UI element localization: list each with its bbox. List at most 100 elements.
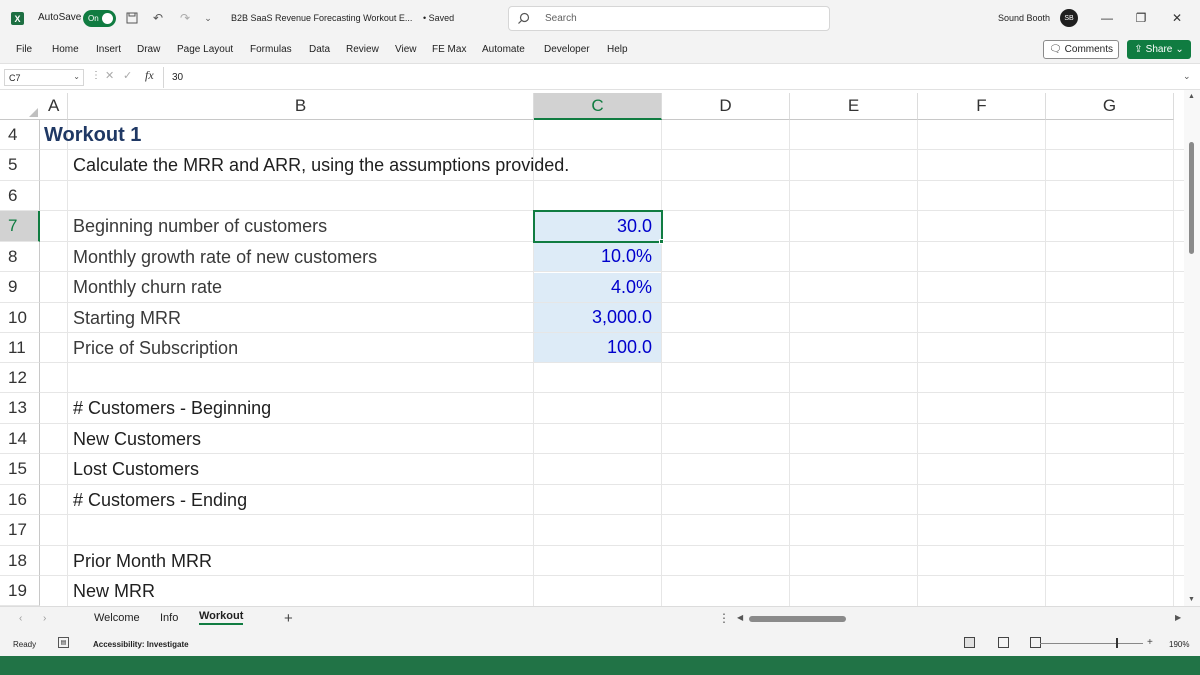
column-header-g[interactable]: G xyxy=(1046,93,1174,120)
cell-b13[interactable]: # Customers - Beginning xyxy=(73,393,271,424)
cell-a4-title[interactable]: Workout 1 xyxy=(44,120,141,150)
cell-b16[interactable]: # Customers - Ending xyxy=(73,485,247,515)
cell-b18[interactable]: Prior Month MRR xyxy=(73,546,212,576)
cell-c11[interactable]: 100.0 xyxy=(534,333,661,362)
menu-view[interactable]: View xyxy=(395,44,417,55)
zoom-slider-thumb[interactable] xyxy=(1116,638,1118,648)
prev-sheet-icon[interactable]: ‹ xyxy=(19,613,22,624)
column-header-e[interactable]: E xyxy=(790,93,918,120)
cell-b10[interactable]: Starting MRR xyxy=(73,303,181,333)
row-header-6[interactable]: 6 xyxy=(0,181,40,211)
row-header-19[interactable]: 19 xyxy=(0,576,40,606)
cell-b5-instruction[interactable]: Calculate the MRR and ARR, using the ass… xyxy=(73,150,569,181)
row-header-18[interactable]: 18 xyxy=(0,546,40,576)
tab-split-handle-icon[interactable]: ⋮ xyxy=(718,611,730,625)
row-header-9[interactable]: 9 xyxy=(0,272,40,303)
macro-recording-icon[interactable]: ▤ xyxy=(58,637,69,648)
cell-b11[interactable]: Price of Subscription xyxy=(73,333,238,363)
normal-view-icon[interactable] xyxy=(964,637,975,648)
sheet-tab-welcome[interactable]: Welcome xyxy=(94,612,140,624)
scroll-left-icon[interactable]: ◀ xyxy=(737,613,743,622)
row-header-8[interactable]: 8 xyxy=(0,242,40,272)
vertical-scroll-thumb[interactable] xyxy=(1189,142,1194,254)
menu-draw[interactable]: Draw xyxy=(137,44,160,55)
cell-c10[interactable]: 3,000.0 xyxy=(534,303,661,332)
cell-b14[interactable]: New Customers xyxy=(73,424,201,454)
autosave-toggle[interactable]: On xyxy=(83,10,116,27)
close-icon[interactable]: ✕ xyxy=(1168,9,1186,27)
menu-automate[interactable]: Automate xyxy=(482,44,525,55)
vertical-scrollbar[interactable]: ▲ ▼ xyxy=(1184,90,1200,606)
column-header-c[interactable]: C xyxy=(534,93,662,120)
menu-developer[interactable]: Developer xyxy=(544,44,590,55)
row-header-13[interactable]: 13 xyxy=(0,393,40,424)
add-sheet-button[interactable]: + xyxy=(284,610,293,627)
column-header-d[interactable]: D xyxy=(662,93,790,120)
row-header-17[interactable]: 17 xyxy=(0,515,40,546)
cell-b9[interactable]: Monthly churn rate xyxy=(73,272,222,303)
user-name[interactable]: Sound Booth xyxy=(998,13,1050,23)
select-all-icon xyxy=(29,108,38,117)
page-layout-view-icon[interactable] xyxy=(998,637,1009,648)
row-header-11[interactable]: 11 xyxy=(0,333,40,363)
menu-home[interactable]: Home xyxy=(52,44,79,55)
row-header-12[interactable]: 12 xyxy=(0,363,40,393)
cell-c9[interactable]: 4.0% xyxy=(534,273,661,302)
avatar[interactable]: SB xyxy=(1060,9,1078,27)
saved-status[interactable]: • Saved xyxy=(423,13,454,23)
zoom-in-icon[interactable]: + xyxy=(1147,637,1153,648)
menu-review[interactable]: Review xyxy=(346,44,379,55)
next-sheet-icon[interactable]: › xyxy=(43,613,46,624)
menu-insert[interactable]: Insert xyxy=(96,44,121,55)
expand-formula-bar-icon[interactable]: ⌄ xyxy=(1183,71,1191,82)
restore-icon[interactable]: ❐ xyxy=(1132,9,1150,27)
document-title[interactable]: B2B SaaS Revenue Forecasting Workout E..… xyxy=(231,13,412,23)
cell-b8[interactable]: Monthly growth rate of new customers xyxy=(73,242,377,272)
fill-handle[interactable] xyxy=(659,239,664,244)
sheet-tab-workout[interactable]: Workout xyxy=(199,610,244,625)
column-header-a[interactable]: A xyxy=(40,93,68,120)
comments-button[interactable]: 🗨 Comments xyxy=(1043,40,1119,59)
redo-icon[interactable]: ↷ xyxy=(178,10,192,26)
menu-file[interactable]: File xyxy=(16,44,32,55)
zoom-level[interactable]: 190% xyxy=(1169,640,1189,649)
row-header-15[interactable]: 15 xyxy=(0,454,40,485)
minimize-icon[interactable]: — xyxy=(1098,9,1116,27)
column-header-f[interactable]: F xyxy=(918,93,1046,120)
cell-b15[interactable]: Lost Customers xyxy=(73,454,199,485)
enter-icon[interactable]: ✓ xyxy=(123,69,132,82)
menu-help[interactable]: Help xyxy=(607,44,628,55)
name-box[interactable]: C7 ⌄ xyxy=(4,69,84,86)
formula-input[interactable]: 30 xyxy=(163,67,1181,88)
scroll-down-icon[interactable]: ▼ xyxy=(1188,596,1195,603)
menu-data[interactable]: Data xyxy=(309,44,330,55)
share-button[interactable]: ⇪ Share ⌄ xyxy=(1127,40,1191,59)
search-input[interactable]: Search xyxy=(508,6,830,31)
scroll-right-icon[interactable]: ▶ xyxy=(1175,613,1181,622)
row-header-14[interactable]: 14 xyxy=(0,424,40,454)
cancel-icon[interactable]: ✕ xyxy=(105,69,114,82)
select-all-corner[interactable] xyxy=(0,93,40,120)
customize-quick-access-icon[interactable]: ⌄ xyxy=(201,10,215,26)
insert-function-button[interactable]: fx xyxy=(145,68,154,83)
scroll-up-icon[interactable]: ▲ xyxy=(1188,93,1195,100)
menu-fe-max[interactable]: FE Max xyxy=(432,44,466,55)
sheet-tab-info[interactable]: Info xyxy=(160,612,178,624)
cell-b7[interactable]: Beginning number of customers xyxy=(73,211,327,242)
menu-formulas[interactable]: Formulas xyxy=(250,44,292,55)
undo-icon[interactable]: ↶ xyxy=(151,10,165,26)
save-icon[interactable] xyxy=(125,10,139,26)
row-header-16[interactable]: 16 xyxy=(0,485,40,515)
row-header-5[interactable]: 5 xyxy=(0,150,40,181)
horizontal-scroll-thumb[interactable] xyxy=(749,616,846,622)
worksheet-grid[interactable]: A B C D E F G 4 5 6 7 8 9 10 11 12 13 14… xyxy=(0,90,1184,606)
accessibility-status[interactable]: Accessibility: Investigate xyxy=(93,640,189,649)
row-header-7[interactable]: 7 xyxy=(0,211,40,242)
menu-page-layout[interactable]: Page Layout xyxy=(177,44,233,55)
cell-b19[interactable]: New MRR xyxy=(73,576,155,606)
row-header-10[interactable]: 10 xyxy=(0,303,40,333)
row-header-4[interactable]: 4 xyxy=(0,120,40,150)
zoom-slider[interactable] xyxy=(1040,643,1143,644)
column-header-b[interactable]: B xyxy=(68,93,534,120)
cell-c8[interactable]: 10.0% xyxy=(534,242,661,271)
